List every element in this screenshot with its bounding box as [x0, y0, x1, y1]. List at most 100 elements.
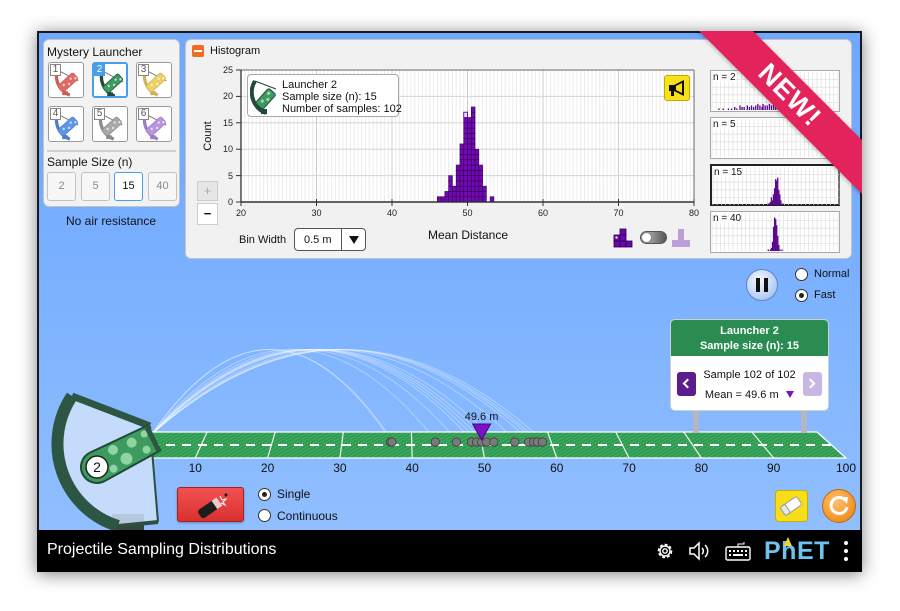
histogram-cell	[478, 191, 483, 198]
megaphone-icon	[669, 80, 684, 96]
sign-post-right	[801, 408, 807, 433]
histogram-cell	[455, 164, 461, 171]
phet-logo-flame-icon	[784, 537, 792, 546]
histogram-cell	[448, 180, 453, 187]
legend-launcher: Launcher 2	[282, 79, 338, 91]
collapse-histogram-button[interactable]	[192, 45, 204, 57]
reset-all-button[interactable]	[822, 489, 856, 523]
histogram-cell	[463, 191, 468, 198]
zoom-in-button[interactable]: +	[197, 181, 218, 201]
y-tick-label: 10	[222, 144, 233, 155]
erase-button[interactable]	[775, 490, 808, 522]
mini-histogram-bar	[787, 106, 789, 110]
mini-histogram-n5[interactable]: n = 5	[710, 117, 840, 159]
histogram-cell	[470, 154, 476, 161]
settings-icon[interactable]	[654, 540, 676, 562]
pause-icon	[756, 278, 760, 292]
sample-size-button-2[interactable]: 2	[47, 172, 76, 201]
more-options-icon[interactable]	[843, 541, 849, 561]
mini-histogram-n2[interactable]: n = 2	[710, 70, 840, 112]
histogram-bar	[474, 148, 480, 203]
histogram-cell	[467, 127, 472, 134]
histogram-cell	[463, 180, 468, 187]
fire-button[interactable]	[177, 487, 244, 522]
sample-size-button-5[interactable]: 5	[81, 172, 110, 201]
bars-representation-icon[interactable]	[671, 228, 693, 248]
histogram-cell	[470, 143, 476, 150]
launcher-number: 2	[93, 459, 101, 475]
mini-histogram-bar	[746, 105, 748, 110]
representation-toggle-switch[interactable]	[640, 231, 667, 244]
mini-histogram-n40[interactable]: n = 40	[710, 211, 840, 253]
bin-width-select[interactable]: 0.5 m	[294, 228, 366, 251]
sign-post-left	[693, 408, 699, 433]
mini-histogram-bar	[802, 108, 804, 110]
audio-icon[interactable]	[688, 540, 712, 562]
histogram-bar	[470, 106, 476, 203]
speed-fast-label[interactable]: Fast	[814, 289, 835, 301]
x-tick-label: 40	[386, 208, 397, 218]
mystery-launcher-title: Mystery Launcher	[47, 45, 143, 59]
histogram-cell	[463, 127, 468, 134]
phet-logo[interactable]: PhET	[764, 536, 830, 566]
launcher-button-3[interactable]: 3	[136, 62, 172, 98]
field-distance-label: 70	[622, 461, 636, 475]
histogram-cell	[463, 159, 468, 166]
zoom-out-button[interactable]: −	[197, 203, 218, 225]
histogram-cell	[474, 170, 480, 176]
continuous-mode-label[interactable]: Continuous	[277, 509, 338, 523]
launcher-2-icon	[250, 79, 277, 115]
x-tick-label: 20	[235, 208, 246, 218]
chevron-down-icon	[349, 236, 359, 244]
histogram-cell	[459, 154, 465, 161]
histogram-cell	[474, 191, 480, 198]
single-mode-radio[interactable]	[258, 488, 271, 501]
keyboard-help-icon[interactable]	[725, 541, 751, 561]
previous-sample-button[interactable]	[677, 372, 696, 396]
histogram-cell	[467, 175, 472, 182]
mini-histogram-bar	[767, 249, 769, 251]
sample-size-button-15[interactable]: 15	[114, 172, 143, 201]
pause-button[interactable]	[746, 269, 778, 301]
histogram-cell	[470, 159, 476, 166]
launcher-button-6[interactable]: 6	[136, 106, 172, 142]
blocks-representation-icon[interactable]	[613, 228, 635, 248]
histogram-cell	[448, 175, 453, 182]
sonify-histogram-button[interactable]	[664, 75, 690, 101]
launcher-button-4[interactable]: 4	[48, 106, 84, 142]
single-mode-label[interactable]: Single	[277, 487, 310, 501]
mini-histogram-bar	[748, 106, 751, 110]
sample-info-sign: Launcher 2 Sample size (n): 15 Sample 10…	[671, 320, 828, 410]
histogram-cell	[459, 185, 465, 192]
x-tick-label: 50	[462, 208, 473, 218]
mini-histogram-n15[interactable]: n = 15	[710, 164, 840, 206]
launcher-button-2[interactable]: 2	[92, 62, 128, 98]
speed-normal-label[interactable]: Normal	[814, 268, 849, 280]
sample-size-button-40[interactable]: 40	[148, 172, 177, 201]
mini-histogram-label: n = 2	[713, 72, 736, 83]
histogram-cell	[467, 154, 472, 161]
histogram-legend: Launcher 2 Sample size (n): 15 Number of…	[247, 74, 402, 117]
histogram-cell	[474, 180, 480, 187]
histogram-cell	[467, 170, 472, 176]
navigation-bar: Projectile Sampling Distributions PhET	[37, 530, 862, 572]
mini-histogram-bar	[785, 105, 787, 110]
mini-histogram-bar	[768, 103, 771, 110]
histogram-cell	[452, 191, 457, 198]
toggle-knob	[641, 232, 652, 243]
histogram-cell	[459, 164, 465, 171]
legend-number-of-samples: Number of samples: 102	[282, 103, 402, 115]
cannon-fire-icon	[198, 493, 228, 519]
speed-fast-radio[interactable]	[795, 289, 808, 302]
launcher-button-5[interactable]: 5	[92, 106, 128, 142]
launcher-button-1[interactable]: 1	[48, 62, 84, 98]
sign-sample-size: Sample size (n): 15	[699, 340, 800, 352]
histogram-cell	[463, 133, 468, 139]
mini-histogram-bar	[764, 105, 766, 110]
next-sample-button[interactable]	[803, 372, 822, 396]
histogram-cell	[467, 164, 472, 171]
speed-normal-radio[interactable]	[795, 268, 808, 281]
histogram-cell	[478, 170, 483, 176]
continuous-mode-radio[interactable]	[258, 509, 271, 522]
histogram-cell	[459, 143, 465, 150]
